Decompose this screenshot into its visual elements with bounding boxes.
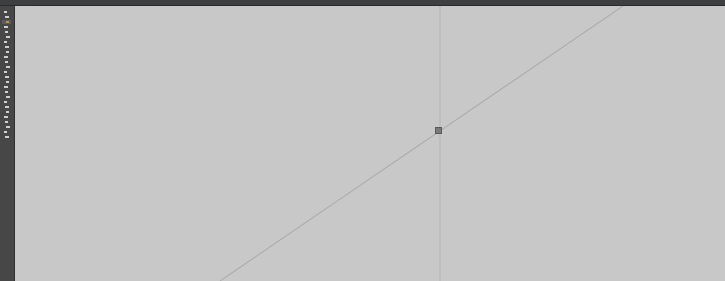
rotate-icon-glyph bbox=[5, 61, 8, 63]
blend-icon[interactable] bbox=[2, 105, 11, 109]
rectangle-icon-glyph bbox=[4, 41, 7, 43]
selection-icon-glyph bbox=[4, 11, 7, 13]
eyedropper-icon-glyph bbox=[4, 101, 7, 103]
line-path[interactable] bbox=[219, 6, 624, 281]
active-tool-icon[interactable] bbox=[2, 20, 11, 24]
paintbrush-icon[interactable] bbox=[2, 45, 11, 49]
gradient-icon-glyph bbox=[6, 96, 10, 98]
mesh-icon[interactable] bbox=[2, 90, 11, 94]
direct-selection-icon[interactable] bbox=[2, 15, 11, 19]
artboard-canvas[interactable] bbox=[15, 6, 725, 281]
free-transform-icon-glyph bbox=[5, 76, 9, 78]
type-icon-glyph bbox=[5, 31, 8, 33]
symbol-sprayer-icon-glyph bbox=[6, 111, 9, 113]
rectangle-icon[interactable] bbox=[2, 40, 11, 44]
slice-icon[interactable] bbox=[2, 125, 11, 129]
hand-icon[interactable] bbox=[2, 130, 11, 134]
artboard-icon-glyph bbox=[5, 121, 8, 123]
shape-builder-icon-glyph bbox=[6, 81, 9, 83]
graph-icon[interactable] bbox=[2, 115, 11, 119]
perspective-icon-glyph bbox=[4, 86, 8, 88]
perspective-icon[interactable] bbox=[2, 85, 11, 89]
rotate-icon[interactable] bbox=[2, 60, 11, 64]
direct-selection-icon-glyph bbox=[5, 16, 9, 18]
zoom-icon[interactable] bbox=[2, 135, 11, 139]
pencil-icon[interactable] bbox=[2, 50, 11, 54]
tools-panel bbox=[0, 6, 15, 281]
graph-icon-glyph bbox=[4, 116, 8, 118]
blend-icon-glyph bbox=[5, 106, 9, 108]
anchor-point[interactable] bbox=[435, 127, 442, 134]
selection-icon[interactable] bbox=[2, 10, 11, 14]
free-transform-icon[interactable] bbox=[2, 75, 11, 79]
active-tool-icon-glyph bbox=[6, 21, 9, 23]
artboard-icon[interactable] bbox=[2, 120, 11, 124]
canvas-artwork bbox=[219, 6, 624, 281]
eraser-icon[interactable] bbox=[2, 55, 11, 59]
mesh-icon-glyph bbox=[5, 91, 8, 93]
hand-icon-glyph bbox=[4, 131, 7, 133]
gradient-icon[interactable] bbox=[2, 95, 11, 99]
warp-icon[interactable] bbox=[2, 70, 11, 74]
eraser-icon-glyph bbox=[4, 56, 8, 58]
zoom-icon-glyph bbox=[5, 136, 9, 138]
pen-icon-glyph bbox=[4, 26, 8, 28]
line-segment-icon[interactable] bbox=[2, 35, 11, 39]
line-segment-icon-glyph bbox=[6, 36, 10, 38]
warp-icon-glyph bbox=[4, 71, 7, 73]
pen-icon[interactable] bbox=[2, 25, 11, 29]
symbol-sprayer-icon[interactable] bbox=[2, 110, 11, 114]
pencil-icon-glyph bbox=[6, 51, 9, 53]
paintbrush-icon-glyph bbox=[5, 46, 9, 48]
type-icon[interactable] bbox=[2, 30, 11, 34]
scale-icon-glyph bbox=[6, 66, 10, 68]
scale-icon[interactable] bbox=[2, 65, 11, 69]
slice-icon-glyph bbox=[6, 126, 10, 128]
shape-builder-icon[interactable] bbox=[2, 80, 11, 84]
eyedropper-icon[interactable] bbox=[2, 100, 11, 104]
